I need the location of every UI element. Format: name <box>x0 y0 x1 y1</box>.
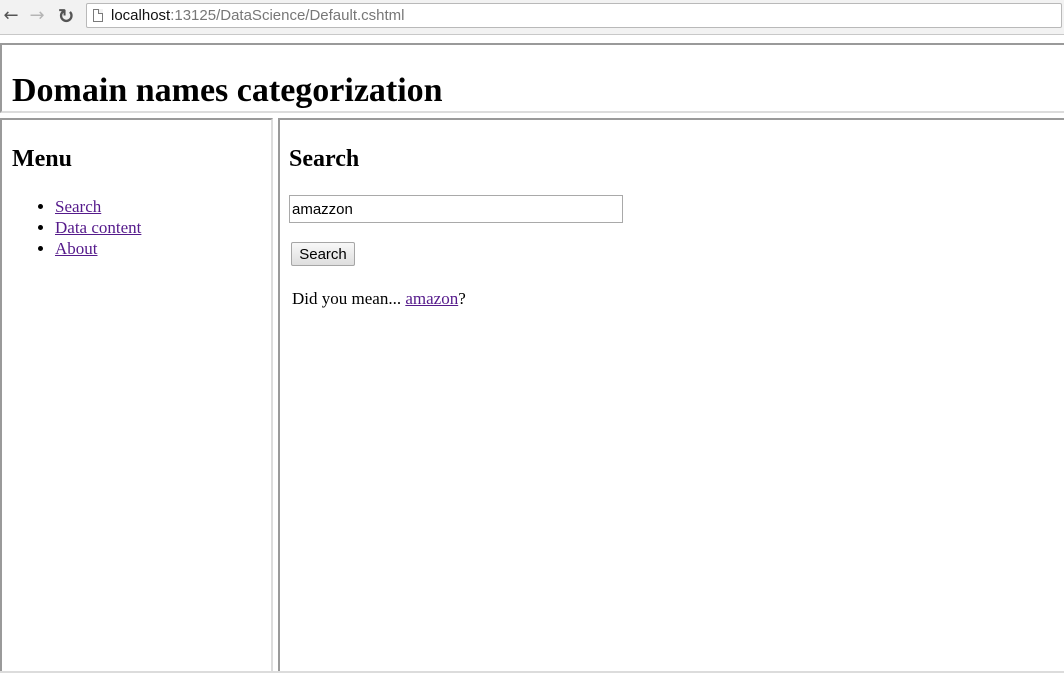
suggestion-suffix: ? <box>458 289 466 308</box>
url-text[interactable]: localhost:13125/DataScience/Default.csht… <box>111 6 405 25</box>
search-title: Search <box>289 146 360 172</box>
browser-toolbar: ← → ↻ localhost:13125/DataScience/Defaul… <box>0 0 1064 35</box>
suggestion-text: Did you mean... amazon? <box>292 288 466 309</box>
bottom-divider <box>0 671 1064 673</box>
page-title: Domain names categorization <box>12 72 443 109</box>
search-button[interactable]: Search <box>291 242 355 266</box>
menu-item: Data content <box>55 217 141 238</box>
main-content: Search Search Did you mean... amazon? <box>278 118 1064 671</box>
reload-icon[interactable]: ↻ <box>55 3 77 29</box>
url-host: localhost <box>111 7 171 24</box>
forward-arrow-icon[interactable]: → <box>26 3 48 29</box>
suggestion-prefix: Did you mean... <box>292 289 406 308</box>
page-header: Domain names categorization <box>0 43 1064 113</box>
menu-link-about[interactable]: About <box>55 239 98 258</box>
url-path: :13125/DataScience/Default.cshtml <box>170 7 405 24</box>
page-icon <box>93 9 103 22</box>
menu-item: Search <box>55 196 141 217</box>
menu-list: Search Data content About <box>12 196 141 259</box>
menu-link-search[interactable]: Search <box>55 197 101 216</box>
address-bar[interactable]: localhost:13125/DataScience/Default.csht… <box>86 3 1062 28</box>
search-input[interactable] <box>289 195 623 223</box>
menu-link-data-content[interactable]: Data content <box>55 218 141 237</box>
suggestion-link[interactable]: amazon <box>405 289 458 308</box>
back-arrow-icon[interactable]: ← <box>0 3 22 29</box>
menu-title: Menu <box>12 146 72 172</box>
menu-item: About <box>55 238 141 259</box>
sidebar: Menu Search Data content About <box>0 118 273 671</box>
